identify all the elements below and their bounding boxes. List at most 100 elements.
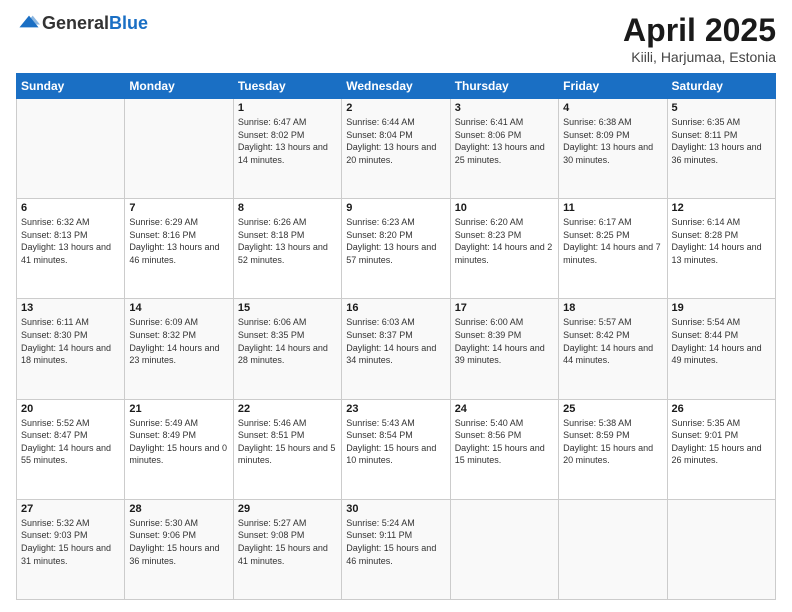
calendar-cell: 3 Sunrise: 6:41 AMSunset: 8:06 PMDaylight… [450, 99, 558, 199]
calendar-cell: 20Sunrise: 5:52 AMSunset: 8:47 PMDayligh… [17, 399, 125, 499]
day-info: Sunrise: 5:38 AMSunset: 8:59 PMDaylight:… [563, 417, 662, 467]
col-header-monday: Monday [125, 74, 233, 99]
day-number: 19 [672, 302, 771, 314]
calendar-cell: 4 Sunrise: 6:38 AMSunset: 8:09 PMDaylight… [559, 99, 667, 199]
day-info: Sunrise: 6:41 AMSunset: 8:06 PMDaylight:… [455, 116, 554, 166]
day-number: 10 [455, 202, 554, 214]
calendar-cell: 10 Sunrise: 6:20 AMSunset: 8:23 PMDayligh… [450, 199, 558, 299]
header-row: SundayMondayTuesdayWednesdayThursdayFrid… [17, 74, 776, 99]
day-info: Sunrise: 5:54 AMSunset: 8:44 PMDaylight:… [672, 316, 771, 366]
day-info: Sunrise: 6:00 AMSunset: 8:39 PMDaylight:… [455, 316, 554, 366]
calendar-cell: 26 Sunrise: 5:35 AMSunset: 9:01 PMDayligh… [667, 399, 775, 499]
col-header-sunday: Sunday [17, 74, 125, 99]
logo: GeneralBlue [16, 12, 148, 34]
day-number: 26 [672, 403, 771, 415]
day-number: 5 [672, 102, 771, 114]
calendar-cell: 29 Sunrise: 5:27 AMSunset: 9:08 PMDayligh… [233, 499, 341, 599]
day-info: Sunrise: 5:32 AMSunset: 9:03 PMDaylight:… [21, 517, 120, 567]
day-number: 2 [346, 102, 445, 114]
calendar-cell: 12 Sunrise: 6:14 AMSunset: 8:28 PMDayligh… [667, 199, 775, 299]
calendar-cell: 23 Sunrise: 5:43 AMSunset: 8:54 PMDayligh… [342, 399, 450, 499]
day-info: Sunrise: 6:29 AMSunset: 8:16 PMDaylight:… [129, 216, 228, 266]
logo-icon [18, 12, 40, 34]
day-info: Sunrise: 6:20 AMSunset: 8:23 PMDaylight:… [455, 216, 554, 266]
calendar-cell: 24 Sunrise: 5:40 AMSunset: 8:56 PMDayligh… [450, 399, 558, 499]
day-number: 11 [563, 202, 662, 214]
day-number: 6 [21, 202, 120, 214]
day-number: 28 [129, 503, 228, 515]
page: GeneralBlue April 2025 Kiili, Harjumaa, … [0, 0, 792, 612]
subtitle: Kiili, Harjumaa, Estonia [623, 49, 776, 65]
calendar-cell: 1Sunrise: 6:47 AMSunset: 8:02 PMDaylight… [233, 99, 341, 199]
calendar-cell [17, 99, 125, 199]
day-info: Sunrise: 5:57 AMSunset: 8:42 PMDaylight:… [563, 316, 662, 366]
day-number: 21 [129, 403, 228, 415]
calendar-cell: 27Sunrise: 5:32 AMSunset: 9:03 PMDayligh… [17, 499, 125, 599]
day-info: Sunrise: 5:35 AMSunset: 9:01 PMDaylight:… [672, 417, 771, 467]
calendar-cell: 28 Sunrise: 5:30 AMSunset: 9:06 PMDayligh… [125, 499, 233, 599]
day-number: 25 [563, 403, 662, 415]
day-info: Sunrise: 6:11 AMSunset: 8:30 PMDaylight:… [21, 316, 120, 366]
calendar-cell: 7 Sunrise: 6:29 AMSunset: 8:16 PMDaylight… [125, 199, 233, 299]
col-header-friday: Friday [559, 74, 667, 99]
day-number: 29 [238, 503, 337, 515]
day-info: Sunrise: 6:23 AMSunset: 8:20 PMDaylight:… [346, 216, 445, 266]
logo-blue: Blue [109, 13, 148, 33]
calendar-cell: 5 Sunrise: 6:35 AMSunset: 8:11 PMDaylight… [667, 99, 775, 199]
day-number: 13 [21, 302, 120, 314]
day-number: 24 [455, 403, 554, 415]
day-number: 30 [346, 503, 445, 515]
day-number: 4 [563, 102, 662, 114]
day-number: 17 [455, 302, 554, 314]
day-info: Sunrise: 5:43 AMSunset: 8:54 PMDaylight:… [346, 417, 445, 467]
day-info: Sunrise: 6:47 AMSunset: 8:02 PMDaylight:… [238, 116, 337, 166]
title-block: April 2025 Kiili, Harjumaa, Estonia [623, 12, 776, 65]
calendar-cell: 19 Sunrise: 5:54 AMSunset: 8:44 PMDayligh… [667, 299, 775, 399]
calendar-cell: 13 Sunrise: 6:11 AMSunset: 8:30 PMDayligh… [17, 299, 125, 399]
day-number: 15 [238, 302, 337, 314]
calendar-cell: 18 Sunrise: 5:57 AMSunset: 8:42 PMDayligh… [559, 299, 667, 399]
calendar-cell: 25 Sunrise: 5:38 AMSunset: 8:59 PMDayligh… [559, 399, 667, 499]
calendar-cell: 14 Sunrise: 6:09 AMSunset: 8:32 PMDayligh… [125, 299, 233, 399]
calendar-cell: 21 Sunrise: 5:49 AMSunset: 8:49 PMDayligh… [125, 399, 233, 499]
day-number: 7 [129, 202, 228, 214]
day-info: Sunrise: 6:32 AMSunset: 8:13 PMDaylight:… [21, 216, 120, 266]
calendar-cell: 8Sunrise: 6:26 AMSunset: 8:18 PMDaylight… [233, 199, 341, 299]
day-info: Sunrise: 6:17 AMSunset: 8:25 PMDaylight:… [563, 216, 662, 266]
day-number: 18 [563, 302, 662, 314]
calendar-cell: 6 Sunrise: 6:32 AMSunset: 8:13 PMDaylight… [17, 199, 125, 299]
calendar-cell: 11 Sunrise: 6:17 AMSunset: 8:25 PMDayligh… [559, 199, 667, 299]
calendar-cell: 15Sunrise: 6:06 AMSunset: 8:35 PMDayligh… [233, 299, 341, 399]
header: GeneralBlue April 2025 Kiili, Harjumaa, … [16, 12, 776, 65]
calendar-table: SundayMondayTuesdayWednesdayThursdayFrid… [16, 73, 776, 600]
day-number: 12 [672, 202, 771, 214]
day-number: 16 [346, 302, 445, 314]
calendar-cell: 22Sunrise: 5:46 AMSunset: 8:51 PMDayligh… [233, 399, 341, 499]
day-number: 3 [455, 102, 554, 114]
day-info: Sunrise: 5:27 AMSunset: 9:08 PMDaylight:… [238, 517, 337, 567]
day-info: Sunrise: 6:44 AMSunset: 8:04 PMDaylight:… [346, 116, 445, 166]
day-info: Sunrise: 5:46 AMSunset: 8:51 PMDaylight:… [238, 417, 337, 467]
calendar-cell: 17 Sunrise: 6:00 AMSunset: 8:39 PMDayligh… [450, 299, 558, 399]
col-header-wednesday: Wednesday [342, 74, 450, 99]
day-info: Sunrise: 5:40 AMSunset: 8:56 PMDaylight:… [455, 417, 554, 467]
col-header-saturday: Saturday [667, 74, 775, 99]
col-header-tuesday: Tuesday [233, 74, 341, 99]
day-number: 14 [129, 302, 228, 314]
day-number: 23 [346, 403, 445, 415]
day-info: Sunrise: 6:03 AMSunset: 8:37 PMDaylight:… [346, 316, 445, 366]
day-info: Sunrise: 6:09 AMSunset: 8:32 PMDaylight:… [129, 316, 228, 366]
day-info: Sunrise: 6:14 AMSunset: 8:28 PMDaylight:… [672, 216, 771, 266]
col-header-thursday: Thursday [450, 74, 558, 99]
day-info: Sunrise: 6:38 AMSunset: 8:09 PMDaylight:… [563, 116, 662, 166]
day-number: 8 [238, 202, 337, 214]
calendar-cell [450, 499, 558, 599]
day-info: Sunrise: 5:49 AMSunset: 8:49 PMDaylight:… [129, 417, 228, 467]
calendar-cell: 9 Sunrise: 6:23 AMSunset: 8:20 PMDaylight… [342, 199, 450, 299]
calendar-cell: 30Sunrise: 5:24 AMSunset: 9:11 PMDayligh… [342, 499, 450, 599]
day-info: Sunrise: 5:30 AMSunset: 9:06 PMDaylight:… [129, 517, 228, 567]
logo-general: General [42, 13, 109, 33]
calendar-cell: 16 Sunrise: 6:03 AMSunset: 8:37 PMDayligh… [342, 299, 450, 399]
day-info: Sunrise: 6:35 AMSunset: 8:11 PMDaylight:… [672, 116, 771, 166]
day-number: 9 [346, 202, 445, 214]
